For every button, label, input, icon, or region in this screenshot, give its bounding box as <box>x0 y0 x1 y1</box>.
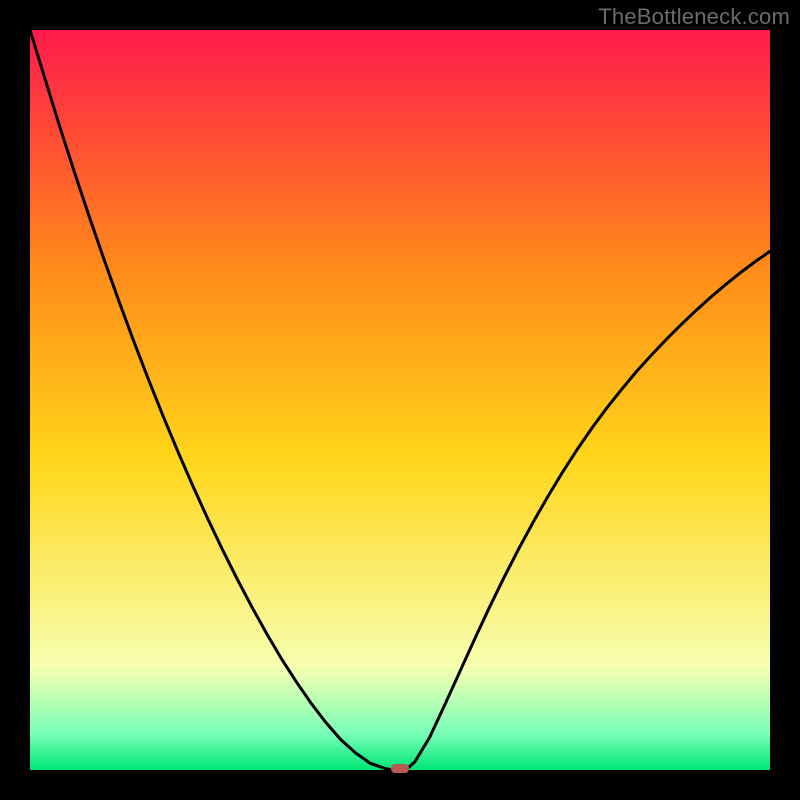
optimal-marker <box>391 764 409 773</box>
chart-frame: TheBottleneck.com <box>0 0 800 800</box>
bottleneck-chart <box>30 30 770 770</box>
chart-background <box>30 30 770 770</box>
attribution-label: TheBottleneck.com <box>598 4 790 30</box>
